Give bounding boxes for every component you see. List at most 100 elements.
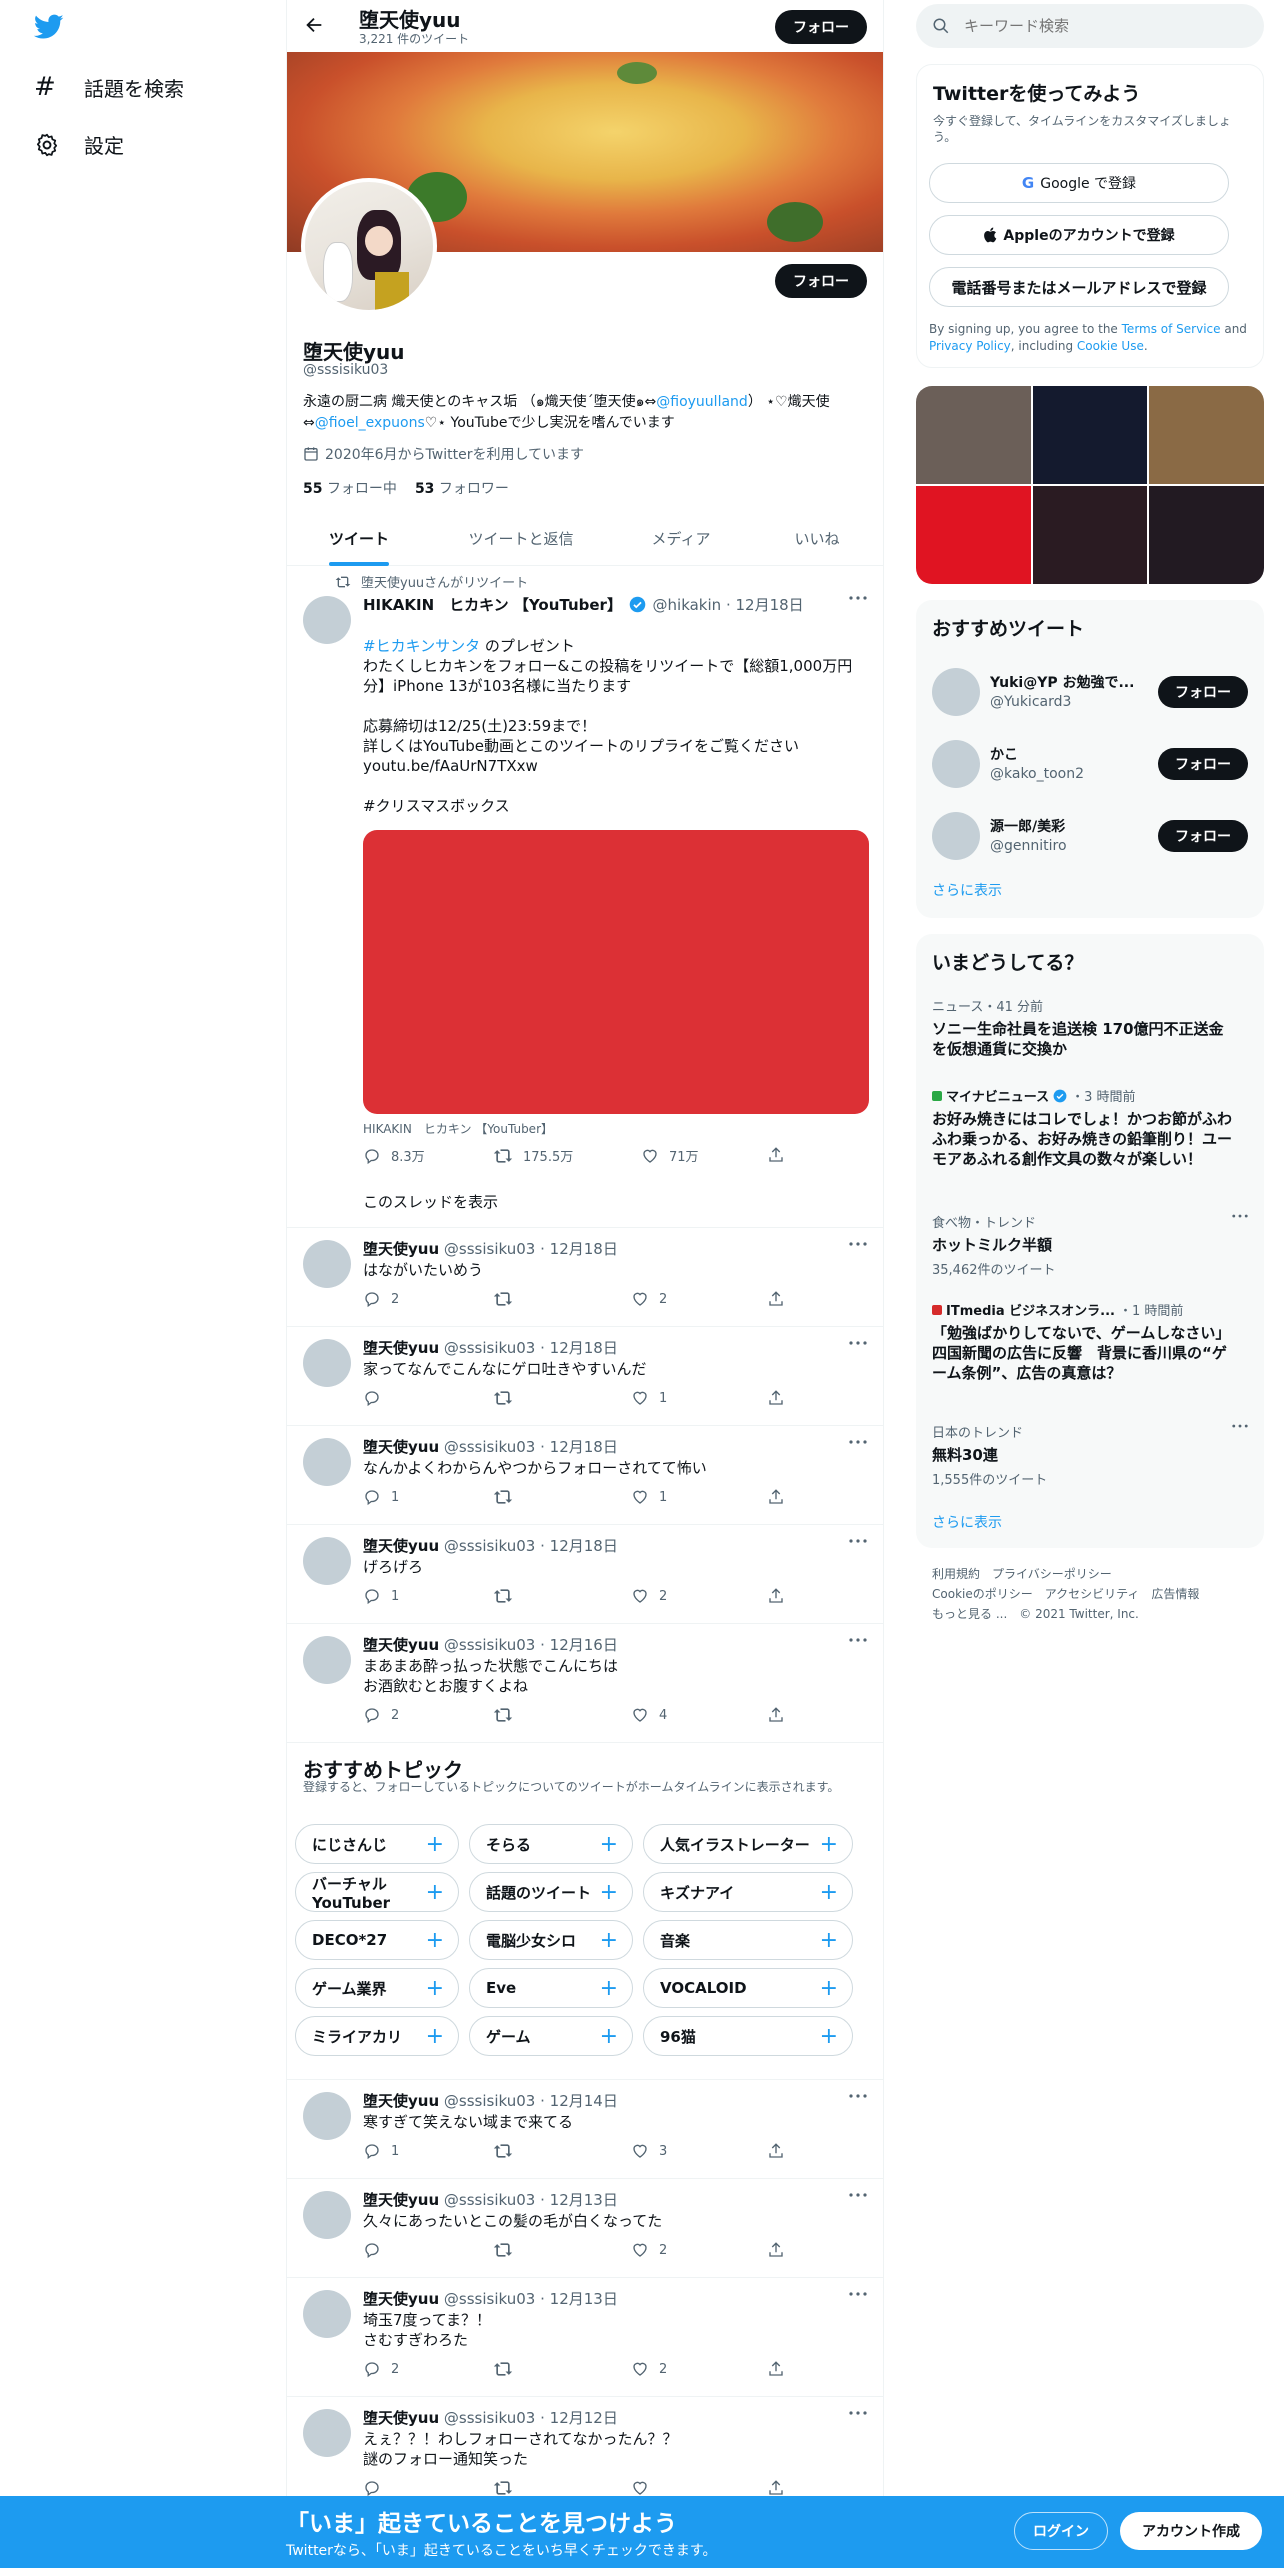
apple-signup-button[interactable]: Appleのアカウントで登録 [929,215,1229,255]
tweet-date[interactable]: 12月12日 [550,2409,618,2427]
author-handle[interactable]: @sssisiku03 [444,2290,535,2308]
plus-icon[interactable]: + [600,1928,618,1953]
like-button[interactable] [631,2479,659,2497]
tweet-item[interactable]: 堕天使yuu @sssisiku03 · 12月13日 久々にあったいとこの髪の毛… [287,2179,883,2278]
share-button[interactable] [767,2479,785,2497]
reply-button[interactable]: 1 [363,1587,399,1605]
plus-icon[interactable]: + [820,1976,838,2001]
author-name[interactable]: HIKAKIN ヒカキン 【YouTuber】 [363,596,622,614]
avatar[interactable] [303,2409,351,2457]
tab-tweets-replies[interactable]: ツイートと返信 [431,510,611,566]
avatar[interactable] [303,596,351,644]
share-button[interactable] [767,1706,785,1724]
tos-link[interactable]: Terms of Service [1122,322,1221,336]
tweet-item[interactable]: 堕天使yuu @sssisiku03 · 12月13日 埼玉7度ってま？！ さむす… [287,2278,883,2397]
phone-signup-button[interactable]: 電話番号またはメールアドレスで登録 [929,267,1229,307]
more-options-icon[interactable] [849,2094,867,2098]
author-handle[interactable]: @sssisiku03 [444,2092,535,2110]
google-signup-button[interactable]: G Google で登録 [929,163,1229,203]
share-button[interactable] [767,1587,785,1605]
media-thumbnail[interactable] [916,486,1031,584]
more-options-icon[interactable] [849,2193,867,2197]
author-name[interactable]: 堕天使yuu [363,1537,439,1555]
like-button[interactable]: 2 [631,1587,667,1605]
more-options-icon[interactable] [1232,1424,1248,1428]
reply-button[interactable]: 8.3万 [363,1146,425,1165]
bio-link-1[interactable]: @fioyuulland [656,394,748,410]
tweet-date[interactable]: 12月13日 [550,2191,618,2209]
topic-chip[interactable]: ゲーム + [469,2016,633,2056]
plus-icon[interactable]: + [426,1880,444,1905]
topic-chip[interactable]: 話題のツイート + [469,1872,633,1912]
avatar[interactable] [303,2191,351,2239]
like-button[interactable]: 1 [631,1488,667,1506]
plus-icon[interactable]: + [426,1832,444,1857]
topic-chip[interactable]: 人気イラストレーター + [643,1824,853,1864]
plus-icon[interactable]: + [426,1976,444,2001]
topic-chip[interactable]: VOCALOID + [643,1968,853,2008]
avatar[interactable] [303,1537,351,1585]
author-name[interactable]: 堕天使yuu [363,1636,439,1654]
more-options-icon[interactable] [849,1242,867,1246]
avatar[interactable] [303,2092,351,2140]
plus-icon[interactable]: + [426,1928,444,1953]
more-options-icon[interactable] [849,1341,867,1345]
nav-settings[interactable]: 設定 [34,130,124,159]
avatar[interactable] [303,1339,351,1387]
more-options-icon[interactable] [849,1440,867,1444]
retweet-button[interactable]: 175.5万 [493,1146,573,1165]
retweet-button[interactable] [493,2241,523,2259]
reply-button[interactable]: 1 [363,1488,399,1506]
author-handle[interactable]: @sssisiku03 [444,1339,535,1357]
author-name[interactable]: 堕天使yuu [363,2191,439,2209]
search-input[interactable] [964,17,1224,35]
author-handle[interactable]: @sssisiku03 [444,2409,535,2427]
footer-link[interactable]: アクセシビリティ [1045,1584,1140,1604]
retweet-item[interactable]: 堕天使yuuさんがリツイート HIKAKIN ヒカキン 【YouTuber】 @… [287,566,883,1228]
reply-button[interactable] [363,2241,391,2259]
topic-chip[interactable]: Eve + [469,1968,633,2008]
share-button[interactable] [767,2360,785,2378]
topic-chip[interactable]: ミライアカリ + [295,2016,459,2056]
share-button[interactable] [767,1389,785,1407]
retweet-button[interactable] [493,2360,523,2378]
topic-chip[interactable]: 96猫 + [643,2016,853,2056]
avatar[interactable] [932,740,980,788]
footer-link[interactable]: プライバシーポリシー [992,1564,1112,1584]
retweet-button[interactable] [493,2142,523,2160]
tweet-url-link[interactable]: youtu.be/fAaUrN7TXxw [363,756,538,776]
author-name[interactable]: 堕天使yuu [363,2409,439,2427]
following-link[interactable]: 55 フォロー中 [303,478,397,498]
tweet-item[interactable]: 堕天使yuu @sssisiku03 · 12月18日 はながいたいめう 2 2 [287,1228,883,1327]
share-button[interactable] [767,1488,785,1506]
retweet-button[interactable] [493,1706,523,1724]
retweet-button[interactable] [493,1587,523,1605]
like-button[interactable]: 71万 [641,1146,699,1165]
trend-item[interactable]: 日本のトレンド 無料30連 1,555件のツイート [932,1422,1248,1488]
author-handle[interactable]: @hikakin [653,596,722,614]
tweet-item[interactable]: 堕天使yuu @sssisiku03 · 12月18日 げろげろ 1 2 [287,1525,883,1624]
tweet-date[interactable]: 12月18日 [736,596,804,614]
twitter-logo-icon[interactable] [34,14,64,40]
share-button[interactable] [767,1146,785,1164]
author-handle[interactable]: @sssisiku03 [444,1537,535,1555]
topic-chip[interactable]: バーチャルYouTuber + [295,1872,459,1912]
suggested-follow-button[interactable]: フォロー [1158,748,1248,780]
media-thumbnail[interactable] [916,386,1031,484]
trend-item[interactable]: ITmedia ビジネスオンラ... ・1 時間前 「勉強ばかりしてないで、ゲー… [932,1300,1238,1383]
tab-tweets[interactable]: ツイート [287,510,431,566]
plus-icon[interactable]: + [426,2024,444,2049]
plus-icon[interactable]: + [600,1976,618,2001]
like-button[interactable]: 2 [631,2241,667,2259]
share-button[interactable] [767,2241,785,2259]
more-options-icon[interactable] [1232,1214,1248,1218]
tweet-item[interactable]: 堕天使yuu @sssisiku03 · 12月14日 寒すぎて笑えない域まで来て… [287,2080,883,2179]
trend-item[interactable]: ニュース・41 分前 ソニー生命社員を追送検 170億円不正送金を仮想通貨に交換… [932,996,1232,1059]
tweet-media-image[interactable] [363,830,869,1114]
like-button[interactable]: 1 [631,1389,667,1407]
retweet-button[interactable] [493,1290,523,1308]
trend-item[interactable]: マイナビニュース ・3 時間前 お好み焼きにはコレでしょ！かつお節がふわふわ乗っ… [932,1086,1232,1169]
trend-item[interactable]: 食べ物・トレンド ホットミルク半額 35,462件のツイート [932,1212,1248,1278]
reply-button[interactable] [363,2479,391,2497]
more-options-icon[interactable] [849,1638,867,1642]
